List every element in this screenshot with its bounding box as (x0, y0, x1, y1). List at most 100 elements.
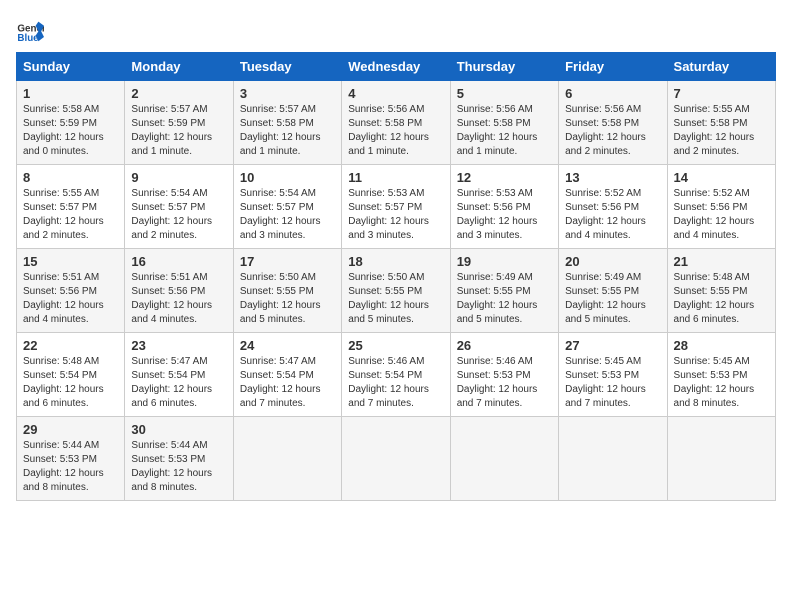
day-number: 23 (131, 338, 226, 353)
col-header-tuesday: Tuesday (233, 53, 341, 81)
day-cell: 8 Sunrise: 5:55 AMSunset: 5:57 PMDaylight… (17, 165, 125, 249)
day-cell: 11Sunrise: 5:53 AMSunset: 5:57 PMDayligh… (342, 165, 450, 249)
day-cell: 24 Sunrise: 5:47 AMSunset: 5:54 PMDayligh… (233, 333, 341, 417)
day-detail: Sunrise: 5:54 AMSunset: 5:57 PMDaylight:… (240, 187, 335, 243)
day-cell: 14 Sunrise: 5:52 AMSunset: 5:56 PMDayligh… (667, 165, 775, 249)
day-cell: 2 Sunrise: 5:57 AMSunset: 5:59 PMDaylight… (125, 81, 233, 165)
day-cell: 25Sunrise: 5:46 AMSunset: 5:54 PMDayligh… (342, 333, 450, 417)
header-row: SundayMondayTuesdayWednesdayThursdayFrid… (17, 53, 776, 81)
day-detail: Sunrise: 5:56 AMSunset: 5:58 PMDaylight:… (457, 103, 552, 159)
day-number: 22 (23, 338, 118, 353)
day-cell: 12Sunrise: 5:53 AMSunset: 5:56 PMDayligh… (450, 165, 558, 249)
day-detail: Sunrise: 5:45 AMSunset: 5:53 PMDaylight:… (674, 355, 769, 411)
day-detail: Sunrise: 5:51 AMSunset: 5:56 PMDaylight:… (23, 271, 118, 327)
day-detail: Sunrise: 5:52 AMSunset: 5:56 PMDaylight:… (674, 187, 769, 243)
week-row-5: 29 Sunrise: 5:44 AMSunset: 5:53 PMDayligh… (17, 417, 776, 501)
page-header: General Blue (16, 16, 776, 44)
day-number: 27 (565, 338, 660, 353)
day-detail: Sunrise: 5:48 AMSunset: 5:54 PMDaylight:… (23, 355, 118, 411)
day-cell: 29 Sunrise: 5:44 AMSunset: 5:53 PMDayligh… (17, 417, 125, 501)
day-detail: Sunrise: 5:50 AMSunset: 5:55 PMDaylight:… (240, 271, 335, 327)
day-cell: 23 Sunrise: 5:47 AMSunset: 5:54 PMDayligh… (125, 333, 233, 417)
logo-icon: General Blue (16, 16, 44, 44)
day-number: 20 (565, 254, 660, 269)
day-number: 5 (457, 86, 552, 101)
day-number: 12 (457, 170, 552, 185)
day-detail: Sunrise: 5:44 AMSunset: 5:53 PMDaylight:… (131, 439, 226, 495)
col-header-monday: Monday (125, 53, 233, 81)
day-cell (667, 417, 775, 501)
day-detail: Sunrise: 5:46 AMSunset: 5:53 PMDaylight:… (457, 355, 552, 411)
day-cell (450, 417, 558, 501)
day-number: 28 (674, 338, 769, 353)
day-detail: Sunrise: 5:46 AMSunset: 5:54 PMDaylight:… (348, 355, 443, 411)
day-detail: Sunrise: 5:47 AMSunset: 5:54 PMDaylight:… (131, 355, 226, 411)
day-cell: 19Sunrise: 5:49 AMSunset: 5:55 PMDayligh… (450, 249, 558, 333)
day-detail: Sunrise: 5:47 AMSunset: 5:54 PMDaylight:… (240, 355, 335, 411)
svg-text:Blue: Blue (17, 33, 39, 44)
day-cell: 1Sunrise: 5:58 AMSunset: 5:59 PMDaylight… (17, 81, 125, 165)
day-detail: Sunrise: 5:49 AMSunset: 5:55 PMDaylight:… (565, 271, 660, 327)
day-cell: 16 Sunrise: 5:51 AMSunset: 5:56 PMDayligh… (125, 249, 233, 333)
day-detail: Sunrise: 5:57 AMSunset: 5:58 PMDaylight:… (240, 103, 335, 159)
day-number: 29 (23, 422, 118, 437)
day-number: 8 (23, 170, 118, 185)
day-cell: 21 Sunrise: 5:48 AMSunset: 5:55 PMDayligh… (667, 249, 775, 333)
day-detail: Sunrise: 5:57 AMSunset: 5:59 PMDaylight:… (131, 103, 226, 159)
day-detail: Sunrise: 5:51 AMSunset: 5:56 PMDaylight:… (131, 271, 226, 327)
week-row-2: 8 Sunrise: 5:55 AMSunset: 5:57 PMDaylight… (17, 165, 776, 249)
day-number: 14 (674, 170, 769, 185)
day-detail: Sunrise: 5:55 AMSunset: 5:57 PMDaylight:… (23, 187, 118, 243)
day-number: 13 (565, 170, 660, 185)
day-number: 10 (240, 170, 335, 185)
day-cell: 18Sunrise: 5:50 AMSunset: 5:55 PMDayligh… (342, 249, 450, 333)
week-row-4: 22 Sunrise: 5:48 AMSunset: 5:54 PMDayligh… (17, 333, 776, 417)
day-number: 17 (240, 254, 335, 269)
day-cell (559, 417, 667, 501)
day-cell: 22 Sunrise: 5:48 AMSunset: 5:54 PMDayligh… (17, 333, 125, 417)
day-number: 9 (131, 170, 226, 185)
day-cell: 30 Sunrise: 5:44 AMSunset: 5:53 PMDayligh… (125, 417, 233, 501)
day-cell: 9 Sunrise: 5:54 AMSunset: 5:57 PMDaylight… (125, 165, 233, 249)
day-cell: 4 Sunrise: 5:56 AMSunset: 5:58 PMDaylight… (342, 81, 450, 165)
col-header-friday: Friday (559, 53, 667, 81)
day-cell: 28 Sunrise: 5:45 AMSunset: 5:53 PMDayligh… (667, 333, 775, 417)
day-number: 4 (348, 86, 443, 101)
week-row-3: 15 Sunrise: 5:51 AMSunset: 5:56 PMDayligh… (17, 249, 776, 333)
day-cell: 6Sunrise: 5:56 AMSunset: 5:58 PMDaylight… (559, 81, 667, 165)
day-number: 3 (240, 86, 335, 101)
day-number: 2 (131, 86, 226, 101)
day-cell: 3 Sunrise: 5:57 AMSunset: 5:58 PMDaylight… (233, 81, 341, 165)
day-detail: Sunrise: 5:48 AMSunset: 5:55 PMDaylight:… (674, 271, 769, 327)
day-number: 6 (565, 86, 660, 101)
week-row-1: 1Sunrise: 5:58 AMSunset: 5:59 PMDaylight… (17, 81, 776, 165)
day-detail: Sunrise: 5:49 AMSunset: 5:55 PMDaylight:… (457, 271, 552, 327)
day-detail: Sunrise: 5:58 AMSunset: 5:59 PMDaylight:… (23, 103, 118, 159)
day-detail: Sunrise: 5:45 AMSunset: 5:53 PMDaylight:… (565, 355, 660, 411)
day-cell: 13 Sunrise: 5:52 AMSunset: 5:56 PMDayligh… (559, 165, 667, 249)
day-number: 24 (240, 338, 335, 353)
day-cell (342, 417, 450, 501)
col-header-thursday: Thursday (450, 53, 558, 81)
col-header-sunday: Sunday (17, 53, 125, 81)
calendar-table: SundayMondayTuesdayWednesdayThursdayFrid… (16, 52, 776, 501)
day-detail: Sunrise: 5:52 AMSunset: 5:56 PMDaylight:… (565, 187, 660, 243)
day-number: 21 (674, 254, 769, 269)
day-number: 16 (131, 254, 226, 269)
day-cell: 27 Sunrise: 5:45 AMSunset: 5:53 PMDayligh… (559, 333, 667, 417)
day-number: 30 (131, 422, 226, 437)
day-cell: 5 Sunrise: 5:56 AMSunset: 5:58 PMDaylight… (450, 81, 558, 165)
day-number: 15 (23, 254, 118, 269)
day-number: 26 (457, 338, 552, 353)
col-header-wednesday: Wednesday (342, 53, 450, 81)
day-cell (233, 417, 341, 501)
day-cell: 17 Sunrise: 5:50 AMSunset: 5:55 PMDayligh… (233, 249, 341, 333)
day-detail: Sunrise: 5:56 AMSunset: 5:58 PMDaylight:… (348, 103, 443, 159)
day-number: 11 (348, 170, 443, 185)
day-detail: Sunrise: 5:54 AMSunset: 5:57 PMDaylight:… (131, 187, 226, 243)
day-number: 7 (674, 86, 769, 101)
day-cell: 26 Sunrise: 5:46 AMSunset: 5:53 PMDayligh… (450, 333, 558, 417)
day-detail: Sunrise: 5:44 AMSunset: 5:53 PMDaylight:… (23, 439, 118, 495)
day-cell: 7Sunrise: 5:55 AMSunset: 5:58 PMDaylight… (667, 81, 775, 165)
day-number: 18 (348, 254, 443, 269)
